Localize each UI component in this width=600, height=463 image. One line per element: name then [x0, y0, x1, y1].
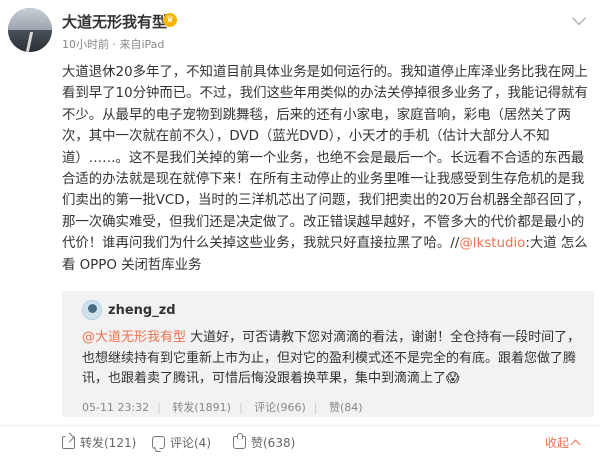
comment-button[interactable]: 评论(4) — [152, 434, 211, 451]
author-name[interactable]: 大道无形我有型 — [62, 11, 167, 32]
quoted-like[interactable]: 赞(84) — [329, 401, 363, 414]
post-meta: 10小时前 · 来自iPad — [62, 38, 165, 51]
repost-button[interactable]: 转发(121) — [62, 434, 136, 451]
separator: | — [313, 401, 318, 414]
quoted-footer: 05-11 23:32 | 转发(1891) | 评论(966) | 赞(84) — [82, 399, 371, 415]
like-button[interactable]: 赞(638) — [233, 433, 296, 451]
mention-link[interactable]: @lkstudio — [459, 236, 525, 251]
post-body: 大道退休20多年了，不知道目前具体业务是如何运行的。我知道停止库泽业务比我在网上… — [62, 62, 594, 276]
divider — [0, 425, 600, 426]
collapse-button[interactable]: 收起 — [545, 434, 581, 451]
post-body-text: 大道退休20多年了，不知道目前具体业务是如何运行的。我知道停止库泽业务比我在网上… — [62, 65, 590, 252]
comment-icon — [152, 436, 165, 449]
chevron-up-icon — [570, 439, 581, 450]
like-count: 赞(638) — [251, 436, 296, 450]
quoted-username[interactable]: zheng_zd — [108, 303, 176, 318]
crown-badge-icon: ♛ — [163, 13, 177, 27]
comment-count: 评论(4) — [170, 436, 211, 450]
quoted-post[interactable]: zheng_zd @大道无形我有型 大道好，可否请教下您对滴滴的看法，谢谢！全仓… — [62, 291, 594, 417]
quoted-date: 05-11 23:32 — [82, 401, 150, 414]
quoted-comment[interactable]: 评论(966) — [254, 401, 306, 414]
scream-emoji-icon: 😱 — [446, 371, 460, 386]
separator: | — [157, 401, 161, 414]
author-avatar[interactable] — [8, 8, 52, 52]
separator: | — [238, 401, 243, 414]
action-bar: 转发(121) 评论(4) 赞(638) 收起 — [0, 433, 600, 454]
quoted-text: @大道无形我有型 大道好，可否请教下您对滴滴的看法，谢谢！全仓持有一段时间了，也… — [82, 328, 582, 390]
quoted-mention-link[interactable]: @大道无形我有型 — [82, 330, 186, 345]
thumbs-up-icon — [233, 433, 246, 449]
quoted-avatar[interactable] — [82, 300, 102, 320]
collapse-label: 收起 — [545, 436, 570, 450]
chevron-down-icon[interactable] — [571, 10, 587, 26]
quoted-repost[interactable]: 转发(1891) — [172, 401, 231, 414]
repost-count: 转发(121) — [80, 436, 137, 450]
share-icon — [62, 436, 75, 449]
avatar-sky — [8, 8, 52, 30]
